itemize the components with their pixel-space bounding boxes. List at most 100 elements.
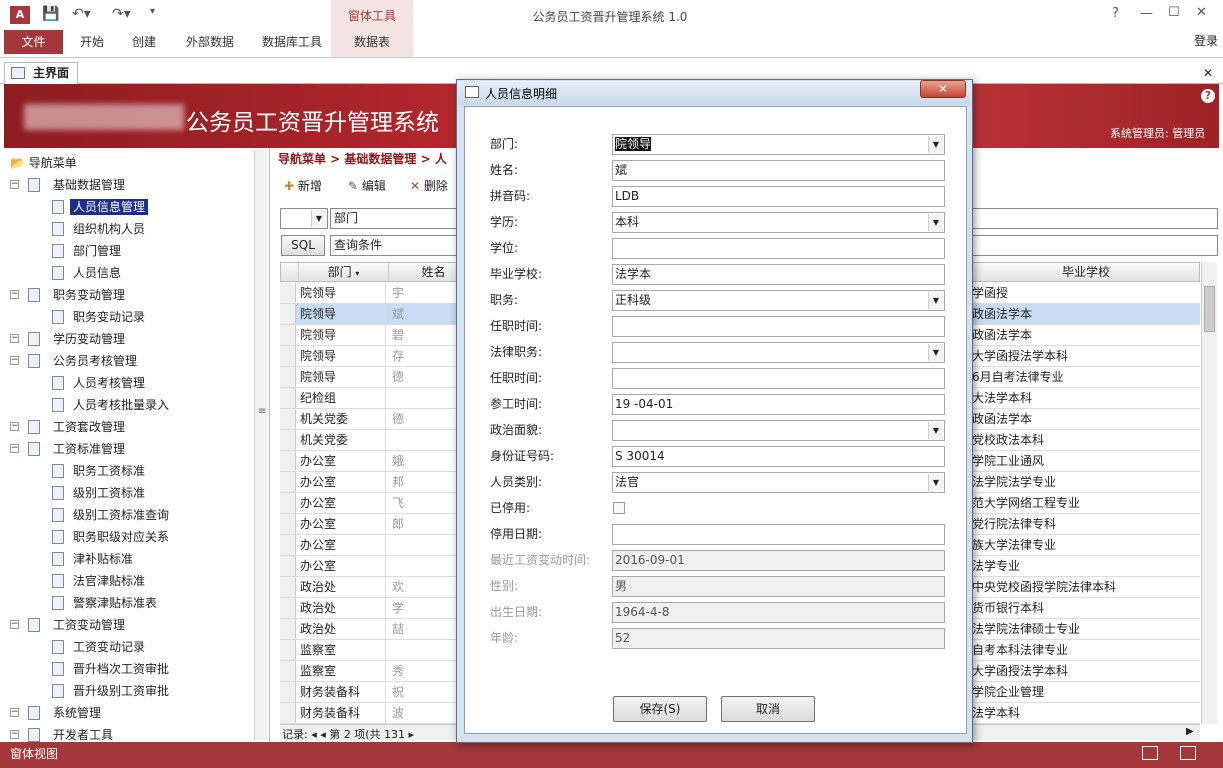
row-selector[interactable] [280,325,296,345]
field-select[interactable]: 正科级 ▼ [612,290,945,311]
field-input[interactable] [612,238,945,259]
sidebar-item[interactable]: 晋升档次工资审批 [48,658,172,680]
chevron-down-icon[interactable]: ▼ [928,136,943,153]
cell-dept[interactable]: 办公室 [298,535,386,555]
sidebar-item[interactable]: − 工资套改管理 [10,416,128,438]
cell-dept[interactable]: 政治处 [298,577,386,597]
row-selector[interactable] [280,661,296,681]
save-button[interactable]: 保存(S) [613,696,707,722]
sidebar-item[interactable]: 人员信息管理 [48,196,150,218]
field-input[interactable]: LDB [612,186,945,207]
cell-school[interactable]: 政函法学本 [970,325,1200,345]
cell-school[interactable]: 政函法学本 [970,304,1200,324]
cell-dept[interactable]: 机关党委 [298,409,386,429]
customize-qat-icon[interactable]: ▾ [150,6,155,17]
cell-school[interactable]: 党校政法本科 [970,430,1200,450]
cell-school[interactable]: 大法学本科 [970,388,1200,408]
sql-button[interactable]: SQL [281,235,325,256]
chevron-down-icon[interactable]: ▼ [928,422,943,439]
file-tab[interactable]: 文件 [4,30,63,54]
cell-school[interactable]: 法学本科 [970,703,1200,723]
cell-dept[interactable]: 办公室 [298,451,386,471]
form-view-icon[interactable] [1142,746,1158,760]
cell-dept[interactable]: 政治处 [298,619,386,639]
expand-toggle-icon[interactable]: − [10,708,19,717]
field-input[interactable]: 斌 [612,160,945,181]
cell-dept[interactable]: 财务装备科 [298,703,386,723]
tab-datasheet[interactable]: 数据表 [331,30,413,57]
cell-school[interactable]: 法学院法学专业 [970,472,1200,492]
help-icon[interactable]: ? [1112,6,1119,21]
row-selector[interactable] [280,409,296,429]
tab-create[interactable]: 创建 [122,30,166,57]
sidebar-item[interactable]: 法官津贴标准 [48,570,148,592]
cell-school[interactable]: 法学院法律硕士专业 [970,619,1200,639]
close-document-icon[interactable]: ✕ [1203,66,1213,80]
cell-school[interactable]: 学函授 [970,283,1200,303]
field-input[interactable]: 19 -04-01 [612,394,945,415]
row-selector[interactable] [280,556,296,576]
tab-main-form[interactable]: 主界面 [4,62,78,84]
row-selector[interactable] [280,514,296,534]
field-select[interactable]: ▼ [612,342,945,363]
datasheet-view-icon[interactable] [1180,746,1196,760]
chevron-down-icon[interactable]: ▼ [928,474,943,491]
field-select[interactable]: 本科 ▼ [612,212,945,233]
cell-dept[interactable]: 办公室 [298,556,386,576]
sidebar-item[interactable]: − 职务变动管理 [10,284,128,306]
cell-dept[interactable]: 财务装备科 [298,682,386,702]
cell-dept[interactable]: 机关党委 [298,430,386,450]
cell-school[interactable]: 法学专业 [970,556,1200,576]
cell-dept[interactable]: 院领导 [298,304,386,324]
cell-dept[interactable]: 办公室 [298,514,386,534]
vertical-scrollbar[interactable] [1201,262,1217,724]
field-input[interactable]: 法学本 [612,264,945,285]
cell-school[interactable]: 大学函授法学本科 [970,661,1200,681]
field-input[interactable] [612,368,945,389]
field-input[interactable]: S 30014 [612,446,945,467]
tree-root[interactable]: 📂 导航菜单 [10,152,77,174]
field-input[interactable] [612,316,945,337]
row-selector[interactable] [280,430,296,450]
field-select[interactable]: 院领导 ▼ [612,134,945,155]
delete-button[interactable]: ✕ 删除 [410,176,448,196]
expand-toggle-icon[interactable]: − [10,334,19,343]
row-selector[interactable] [280,619,296,639]
cell-school[interactable]: 族大学法律专业 [970,535,1200,555]
sidebar-item[interactable]: 级别工资标准 [48,482,148,504]
cell-dept[interactable]: 纪检组 [298,388,386,408]
expand-toggle-icon[interactable]: − [10,180,19,189]
field-select[interactable]: ▼ [612,420,945,441]
chevron-down-icon[interactable]: ▼ [928,214,943,231]
cell-dept[interactable]: 监察室 [298,640,386,660]
undo-icon[interactable]: ↶▾ [72,6,91,22]
close-icon[interactable]: ✕ [1196,5,1207,20]
row-selector[interactable] [280,472,296,492]
scrollbar-thumb[interactable] [1204,286,1215,332]
cell-dept[interactable]: 院领导 [298,367,386,387]
dialog-close-button[interactable]: ✕ [920,80,966,98]
row-selector[interactable] [280,451,296,471]
sidebar-item[interactable]: 津补贴标准 [48,548,136,570]
row-selector[interactable] [280,346,296,366]
sidebar-item[interactable]: 警察津贴标准表 [48,592,160,614]
tab-database-tools[interactable]: 数据库工具 [252,30,332,57]
select-all-cell[interactable] [281,263,299,282]
chevron-down-icon[interactable]: ▼ [928,344,943,361]
disabled-checkbox[interactable] [613,502,625,514]
expand-toggle-icon[interactable]: − [10,422,19,431]
sidebar-item[interactable]: 组织机构人员 [48,218,148,240]
cell-school[interactable]: 6月自考法律专业 [970,367,1200,387]
record-navigator[interactable]: 记录: ◂ ◂ 第 2 项(共 131 ▸ [282,726,414,742]
field-input[interactable] [612,524,945,545]
expand-toggle-icon[interactable]: − [10,444,19,453]
expand-toggle-icon[interactable]: − [10,620,19,629]
new-button[interactable]: ✚ 新增 [284,176,322,196]
sidebar-item[interactable]: 晋升级别工资审批 [48,680,172,702]
cell-school[interactable]: 学院企业管理 [970,682,1200,702]
cell-school[interactable]: 自考本科法律专业 [970,640,1200,660]
sidebar-item[interactable]: 工资变动记录 [48,636,148,658]
row-selector[interactable] [280,283,296,303]
column-header-school[interactable]: 毕业学校 [971,263,1201,282]
expand-toggle-icon[interactable]: − [10,290,19,299]
